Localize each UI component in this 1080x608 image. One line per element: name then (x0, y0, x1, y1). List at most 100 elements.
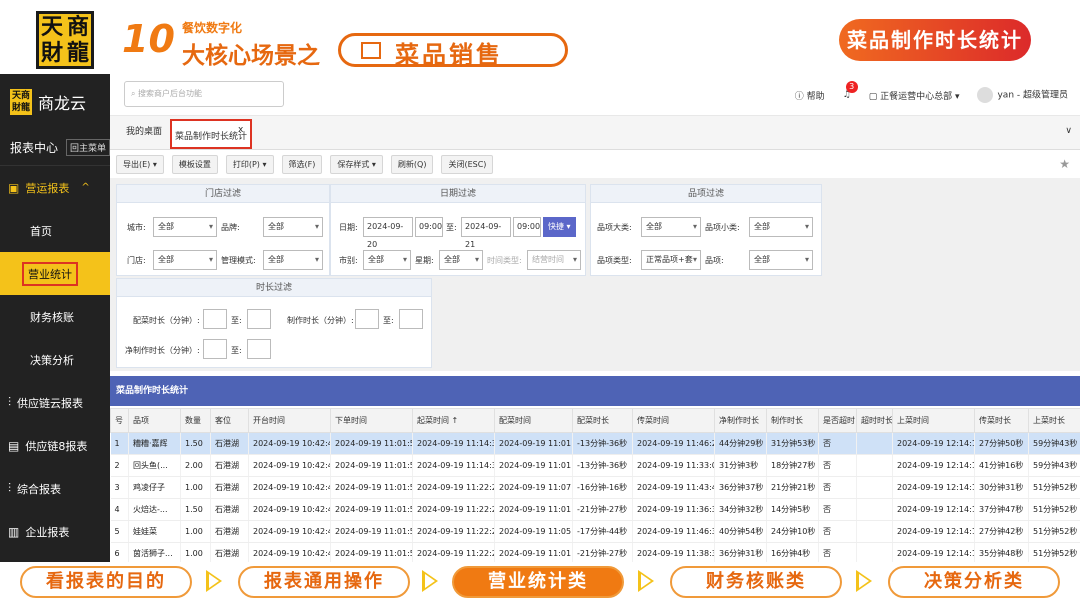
org-selector[interactable]: ▢ 正餐运营中心总部 ▾ (869, 89, 960, 102)
column-header[interactable]: 号 (110, 408, 129, 433)
table-cell: 4 (110, 498, 129, 521)
sidebar-group-supply8[interactable]: ▤ 供应链8报表 (0, 424, 110, 467)
make-dur-min[interactable] (355, 309, 379, 329)
table-cell: 2024-09-19 11:01:59 (494, 454, 573, 477)
sidebar-group-supply-cloud[interactable]: ⫶ 供应链云报表 (0, 381, 110, 424)
table-cell: 2024-09-19 11:43:47 (632, 476, 715, 499)
shift-select[interactable]: 全部 (363, 250, 411, 270)
user-menu[interactable]: yan - 超级管理员 (977, 87, 1068, 103)
save-style-button[interactable]: 保存样式 ▾ (330, 154, 383, 174)
table-cell: 3 (110, 476, 129, 499)
sidebar-item-decision[interactable]: 决策分析 (0, 338, 110, 381)
column-header[interactable]: 净制作时长 (714, 408, 767, 433)
table-cell: 回头鱼(... (128, 454, 181, 477)
store-select[interactable]: 全部 (153, 250, 217, 270)
time-to-input[interactable]: 09:00 (513, 217, 541, 237)
table-cell: 2024-09-19 12:14:18 (892, 476, 975, 499)
table-body: 1 糟糟·嘉辉 1.50 石港湖 2024-09-19 10:42:49 2024-09-… (110, 432, 1080, 565)
table-row[interactable]: 5 娃娃菜 1.00 石港湖 2024-09-19 10:42:49 2024-09-19… (110, 520, 1080, 543)
table-cell: 2024-09-19 10:42:49 (248, 432, 331, 455)
column-header[interactable]: 开台时间 (248, 408, 331, 433)
date-to-input[interactable]: 2024-09-21 (461, 217, 511, 249)
table-row[interactable]: 1 糟糟·嘉辉 1.50 石港湖 2024-09-19 10:42:49 2024-09-… (110, 432, 1080, 455)
export-button[interactable]: 导出(E) ▾ (116, 154, 164, 174)
column-header[interactable]: 超时时长 (856, 408, 893, 433)
sidebar-item-home[interactable]: 首页 (0, 209, 110, 252)
table-cell: 41分钟16秒 (974, 454, 1029, 477)
table-cell: 31分钟3秒 (714, 454, 767, 477)
sidebar-logo: 天商財龍 (10, 89, 32, 115)
make-dur-max[interactable] (399, 309, 423, 329)
sidebar-item-finance[interactable]: 财务核账 (0, 295, 110, 338)
tab-close-icon[interactable]: x (238, 125, 243, 135)
template-settings-button[interactable]: 模板设置 (171, 154, 218, 174)
avatar (977, 87, 994, 103)
table-row[interactable]: 4 火焙达-... 1.50 石港湖 2024-09-19 10:42:49 2024-0… (110, 498, 1080, 521)
table-cell: 2024-09-19 11:01:58 (330, 520, 413, 543)
sidebar-group-ops[interactable]: ▣ 营运报表 ^ (0, 166, 110, 209)
table-cell: 2024-09-19 10:42:49 (248, 520, 331, 543)
column-header[interactable]: 传菜时间 (632, 408, 715, 433)
help-button[interactable]: ⓘ 帮助 (795, 89, 825, 102)
net-dur-max[interactable] (247, 339, 271, 359)
table-cell (856, 454, 893, 477)
column-header[interactable]: 上菜时长 (1028, 408, 1080, 433)
column-header[interactable]: 品项 (128, 408, 181, 433)
table-row[interactable]: 2 回头鱼(... 2.00 石港湖 2024-09-19 10:42:49 2024-0… (110, 454, 1080, 477)
close-button[interactable]: 关闭(ESC) (441, 154, 494, 174)
table-cell: 石港湖 (210, 498, 249, 521)
column-header[interactable]: 下单时间 (330, 408, 413, 433)
tab-home[interactable]: 我的桌面 (126, 124, 162, 137)
time-from-input[interactable]: 09:00 (415, 217, 443, 237)
sidebar-group-enterprise[interactable]: ▥ 企业报表 (0, 510, 110, 553)
time-type-select[interactable]: 结营时间 (527, 250, 581, 270)
search-icon: ⌕ (131, 89, 139, 98)
column-header[interactable]: 数量 (180, 408, 211, 433)
category-select[interactable]: 全部 (641, 217, 701, 237)
column-header[interactable]: 制作时长 (766, 408, 819, 433)
net-dur-min[interactable] (203, 339, 227, 359)
table-cell: 2024-09-19 10:42:49 (248, 454, 331, 477)
column-header[interactable]: 传菜时长 (974, 408, 1029, 433)
table-cell (856, 476, 893, 499)
refresh-button[interactable]: 刷新(Q) (390, 154, 434, 174)
arrow-right-icon (856, 570, 872, 592)
column-header[interactable]: 配菜时间 (494, 408, 573, 433)
back-to-main-button[interactable]: 回主菜单 (66, 139, 110, 156)
city-select[interactable]: 全部 (153, 217, 217, 237)
week-select[interactable]: 全部 (439, 250, 483, 270)
serve-dur-min[interactable] (203, 309, 227, 329)
table-row[interactable]: 3 鸡凌仔子 1.00 石港湖 2024-09-19 10:42:49 2024-09-1… (110, 476, 1080, 499)
notification-button[interactable]: ♫ 3 (843, 81, 858, 100)
sidebar-group-general[interactable]: ⫶ 综合报表 (0, 467, 110, 510)
serve-dur-max[interactable] (247, 309, 271, 329)
column-header[interactable]: 配菜时长 (572, 408, 633, 433)
table-cell: 51分钟52秒 (1028, 520, 1080, 543)
sidebar-item-business-stats[interactable]: 营业统计 (0, 252, 110, 295)
column-header[interactable]: 客位 (210, 408, 249, 433)
table-cell: 鸡凌仔子 (128, 476, 181, 499)
column-header[interactable]: 起菜时间 ↑ (412, 408, 495, 433)
table-cell: 36分钟37秒 (714, 476, 767, 499)
banner-number: 10 (122, 17, 175, 61)
table-cell: 2024-09-19 10:42:49 (248, 476, 331, 499)
subcategory-select[interactable]: 全部 (749, 217, 813, 237)
print-button[interactable]: 打印(P) ▾ (225, 154, 274, 174)
chevron-down-icon[interactable]: ∨ (1065, 126, 1072, 136)
table-cell: 2024-09-19 11:33:02 (632, 454, 715, 477)
filter-button[interactable]: 筛选(F) (281, 154, 323, 174)
item-select[interactable]: 全部 (749, 250, 813, 270)
table-cell: 31分钟53秒 (766, 432, 819, 455)
column-header[interactable]: 上菜时间 (892, 408, 975, 433)
item-filter: 品项过滤 品项大类: 全部 品项小类: 全部 品项类型: 正常品项+套 品项: … (590, 184, 822, 276)
brand-select[interactable]: 全部 (263, 217, 323, 237)
table-cell (856, 432, 893, 455)
mgmt-select[interactable]: 全部 (263, 250, 323, 270)
quick-date-button[interactable]: 快捷 ▾ (543, 217, 576, 237)
pin-icon[interactable]: ★ (1059, 157, 1070, 171)
arrow-right-icon (206, 570, 222, 592)
item-type-select[interactable]: 正常品项+套 (641, 250, 701, 270)
column-header[interactable]: 是否超时 (818, 408, 857, 433)
date-from-input[interactable]: 2024-09-20 (363, 217, 413, 249)
search-input[interactable]: ⌕ 搜索商户后台功能 (124, 81, 284, 107)
